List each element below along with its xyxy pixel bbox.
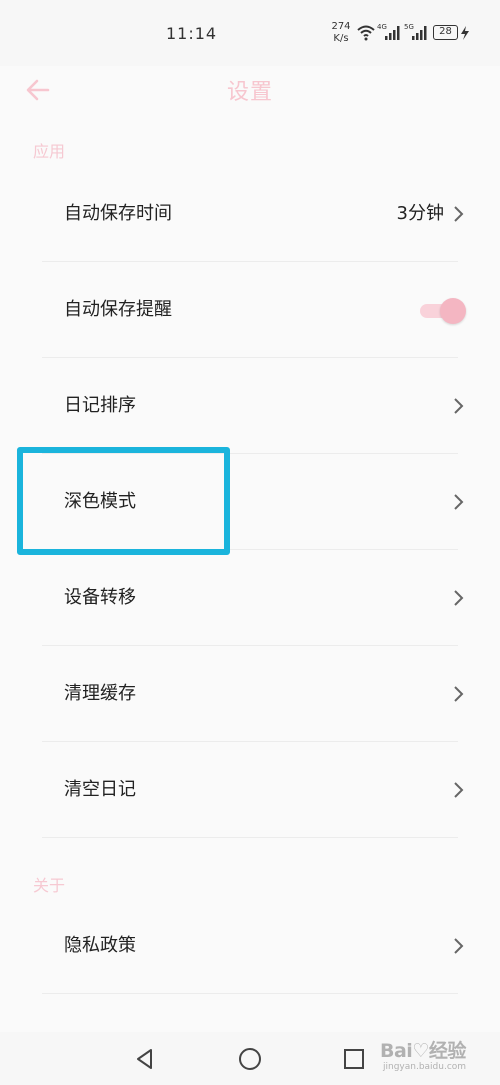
divider: [42, 993, 458, 994]
chevron-right-icon: [454, 206, 464, 222]
signal-5g-icon: 5G: [404, 23, 427, 40]
setting-clear-diary[interactable]: 清空日记: [42, 742, 464, 838]
toggle-knob: [440, 298, 466, 324]
setting-label: 隐私政策: [64, 935, 136, 956]
baidu-watermark: Bai♡经验: [380, 1040, 466, 1062]
chevron-right-icon: [454, 590, 464, 606]
signal-4g-icon: 4G: [377, 23, 400, 40]
svg-text:4G: 4G: [377, 23, 387, 31]
network-speed-value: 274: [331, 21, 351, 32]
setting-label: 设备转移: [64, 587, 136, 608]
setting-autosave-time[interactable]: 自动保存时间 3分钟: [42, 166, 464, 262]
page-title: 设置: [226, 80, 273, 105]
setting-clear-cache[interactable]: 清理缓存: [42, 646, 464, 742]
battery-icon: 28: [433, 25, 458, 40]
setting-label: 深色模式: [64, 491, 136, 512]
divider: [42, 837, 458, 838]
chevron-right-icon: [454, 686, 464, 702]
status-time: 11:14: [166, 24, 218, 43]
recents-square-icon[interactable]: [341, 1046, 367, 1072]
svg-text:5G: 5G: [404, 23, 414, 31]
setting-dark-mode[interactable]: 深色模式: [42, 454, 464, 550]
setting-label: 自动保存时间: [64, 203, 172, 224]
chevron-right-icon: [454, 782, 464, 798]
home-circle-icon[interactable]: [237, 1046, 263, 1072]
setting-device-transfer[interactable]: 设备转移: [42, 550, 464, 646]
setting-autosave-reminder: 自动保存提醒: [42, 262, 466, 358]
chevron-right-icon: [454, 494, 464, 510]
header: 设置: [0, 66, 500, 116]
status-bar: 11:14 274 K/s 4G 5G 28: [0, 0, 500, 66]
chevron-right-icon: [454, 938, 464, 954]
setting-label: 自动保存提醒: [64, 299, 172, 320]
chevron-right-icon: [454, 398, 464, 414]
charging-bolt-icon: [461, 26, 469, 40]
setting-privacy-policy[interactable]: 隐私政策: [42, 898, 464, 994]
setting-label: 日记排序: [64, 395, 136, 416]
baidu-watermark-url: jingyan.baidu.com: [383, 1062, 467, 1072]
setting-value: 3分钟: [396, 203, 444, 224]
network-speed-unit: K/s: [333, 33, 349, 44]
autosave-reminder-toggle[interactable]: [416, 296, 466, 324]
setting-label: 清理缓存: [64, 683, 136, 704]
section-label-app: 应用: [33, 142, 66, 161]
setting-diary-sort[interactable]: 日记排序: [42, 358, 464, 454]
wifi-icon: [357, 25, 375, 41]
setting-label: 清空日记: [64, 779, 136, 800]
section-label-about: 关于: [33, 876, 66, 895]
network-speed: 274 K/s: [331, 21, 351, 45]
back-triangle-icon[interactable]: [132, 1046, 158, 1072]
